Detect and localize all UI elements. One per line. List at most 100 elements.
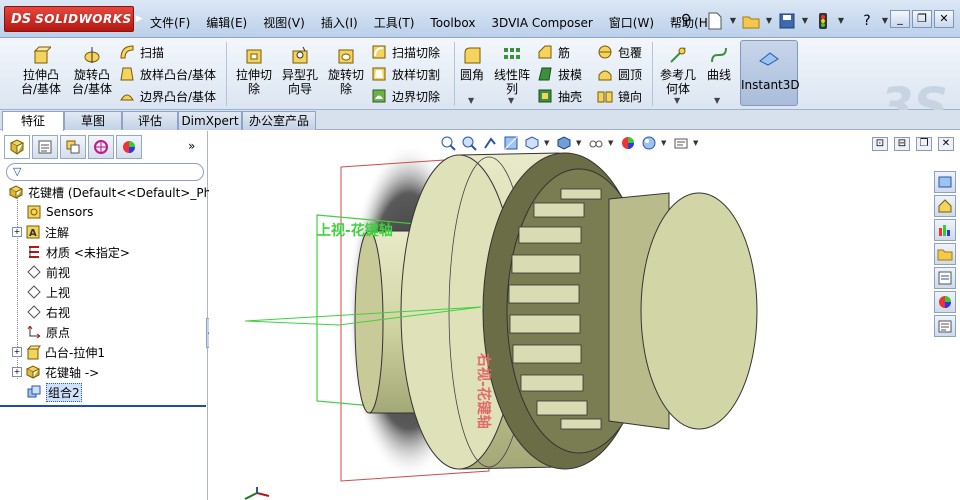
edit-appearance-icon[interactable] bbox=[619, 134, 637, 152]
tree-item-right-plane[interactable]: 右视 bbox=[26, 303, 70, 321]
tree-item-material[interactable]: 材质 <未指定> bbox=[26, 243, 130, 261]
rib-button[interactable]: 筋 bbox=[536, 42, 570, 62]
dome-button[interactable]: 圆顶 bbox=[596, 64, 642, 84]
property-manager-tab-icon[interactable] bbox=[32, 135, 58, 159]
menu-window[interactable]: 窗口(W) bbox=[601, 14, 662, 32]
configuration-manager-tab-icon[interactable] bbox=[60, 135, 86, 159]
view-orientation-dropdown-icon[interactable]: ▼ bbox=[544, 139, 552, 147]
sweep-button[interactable]: 扫描 bbox=[118, 42, 164, 62]
pin-icon[interactable]: ⚲ bbox=[676, 12, 696, 32]
save-icon[interactable] bbox=[776, 10, 798, 32]
save-dropdown-icon[interactable]: ▼ bbox=[800, 10, 810, 32]
viewport-restore-icon[interactable]: ❐ bbox=[916, 137, 932, 151]
mirror-button[interactable]: 镜向 bbox=[596, 86, 642, 106]
shell-button[interactable]: 抽壳 bbox=[536, 86, 582, 106]
zoom-to-fit-icon[interactable] bbox=[439, 134, 457, 152]
reference-geometry-button[interactable]: 参考几何体 bbox=[658, 44, 698, 96]
toolbox-icon[interactable] bbox=[934, 315, 956, 337]
help-dropdown-icon[interactable]: ▼ bbox=[880, 10, 890, 32]
close-button[interactable]: ✕ bbox=[934, 10, 954, 28]
fillet-dropdown-icon[interactable]: ▼ bbox=[468, 96, 474, 105]
tree-item-spline-shaft[interactable]: + 花键轴 -> bbox=[12, 363, 99, 381]
open-folder-icon[interactable] bbox=[740, 10, 762, 32]
lofted-cut-button[interactable]: 放样切割 bbox=[370, 64, 440, 84]
curves-dropdown-icon[interactable]: ▼ bbox=[714, 96, 720, 105]
tree-item-combine2[interactable]: 组合2 bbox=[26, 382, 82, 402]
expand-toggle[interactable]: + bbox=[12, 227, 22, 237]
boundary-boss-button[interactable]: 边界凸台/基体 bbox=[118, 86, 216, 106]
custom-properties-icon[interactable] bbox=[934, 291, 956, 313]
view-settings-icon[interactable] bbox=[672, 134, 690, 152]
traffic-light-icon[interactable] bbox=[812, 10, 834, 32]
tab-sketch[interactable]: 草图 bbox=[64, 111, 122, 130]
minimize-button[interactable]: _ bbox=[890, 10, 910, 28]
menu-toolbox[interactable]: Toolbox bbox=[422, 14, 483, 32]
design-library-icon[interactable] bbox=[934, 195, 956, 217]
tab-office-products[interactable]: 办公室产品 bbox=[242, 111, 316, 130]
feature-manager-tab-icon[interactable] bbox=[4, 135, 30, 159]
previous-view-icon[interactable] bbox=[481, 134, 499, 152]
menu-insert[interactable]: 插入(I) bbox=[313, 14, 366, 32]
menu-tools[interactable]: 工具(T) bbox=[366, 14, 423, 32]
tab-dimxpert[interactable]: DimXpert bbox=[178, 111, 242, 130]
extrude-boss-button[interactable]: 拉伸凸台/基体 bbox=[18, 44, 64, 96]
zoom-to-area-icon[interactable] bbox=[460, 134, 478, 152]
viewport-split-icon[interactable]: ⊟ bbox=[894, 137, 910, 151]
hide-show-dropdown-icon[interactable]: ▼ bbox=[608, 139, 616, 147]
menu-edit[interactable]: 编辑(E) bbox=[198, 14, 255, 32]
display-style-icon[interactable] bbox=[555, 134, 573, 152]
new-document-icon[interactable] bbox=[704, 10, 726, 32]
tab-evaluate[interactable]: 评估 bbox=[122, 111, 178, 130]
restore-button[interactable]: ❐ bbox=[912, 10, 932, 28]
pattern-dropdown-icon[interactable]: ▼ bbox=[508, 96, 514, 105]
swept-cut-button[interactable]: 扫描切除 bbox=[370, 42, 440, 62]
solidworks-logo[interactable]: DS SOLIDWORKS ▶ bbox=[4, 6, 143, 32]
view-palette-icon[interactable] bbox=[934, 243, 956, 265]
hole-wizard-button[interactable]: 异型孔向导 bbox=[278, 44, 322, 96]
draft-button[interactable]: 拔模 bbox=[536, 64, 582, 84]
section-view-icon[interactable] bbox=[502, 134, 520, 152]
curves-button[interactable]: 曲线 bbox=[704, 44, 734, 82]
wrap-button[interactable]: 包覆 bbox=[596, 42, 642, 62]
view-settings-dropdown-icon[interactable]: ▼ bbox=[693, 139, 701, 147]
viewport-single-icon[interactable]: ⊡ bbox=[872, 137, 888, 151]
tree-item-top-plane[interactable]: 上视 bbox=[26, 283, 70, 301]
open-dropdown-icon[interactable]: ▼ bbox=[764, 10, 774, 32]
ref-geometry-dropdown-icon[interactable]: ▼ bbox=[674, 96, 680, 105]
resources-icon[interactable] bbox=[934, 171, 956, 193]
new-dropdown-icon[interactable]: ▼ bbox=[728, 10, 738, 32]
expand-toggle[interactable]: + bbox=[12, 367, 22, 377]
extrude-cut-button[interactable]: 拉伸切除 bbox=[234, 44, 274, 96]
graphics-area[interactable]: 上视-花键轴 右视-花键轴 ▼ ▼ ▼ ▼ ▼ ⊡ ⊟ ❐ ✕ bbox=[209, 131, 960, 500]
help-icon[interactable]: ? bbox=[856, 10, 878, 32]
menu-3dvia-composer[interactable]: 3DVIA Composer bbox=[483, 14, 600, 32]
display-manager-tab-icon[interactable] bbox=[116, 135, 142, 159]
revolve-boss-button[interactable]: 旋转凸台/基体 bbox=[70, 44, 114, 96]
panel-expand-button[interactable]: » bbox=[188, 139, 195, 153]
boundary-cut-button[interactable]: 边界切除 bbox=[370, 86, 440, 106]
appearances-icon[interactable] bbox=[934, 267, 956, 289]
hide-show-items-icon[interactable] bbox=[587, 134, 605, 152]
apply-scene-icon[interactable] bbox=[640, 134, 658, 152]
scene-dropdown-icon[interactable]: ▼ bbox=[661, 139, 669, 147]
instant3d-button[interactable]: Instant3D bbox=[740, 40, 800, 106]
tree-item-origin[interactable]: 原点 bbox=[26, 323, 70, 341]
display-style-dropdown-icon[interactable]: ▼ bbox=[576, 139, 584, 147]
linear-pattern-button[interactable]: 线性阵列 bbox=[492, 44, 532, 96]
tab-features[interactable]: 特征 bbox=[2, 111, 64, 131]
tree-item-sensors[interactable]: Sensors bbox=[26, 203, 93, 221]
filter-input[interactable]: ▽ bbox=[6, 163, 204, 181]
tree-item-front-plane[interactable]: 前视 bbox=[26, 263, 70, 281]
viewport-close-icon[interactable]: ✕ bbox=[938, 137, 954, 151]
tree-root-part[interactable]: 花键槽 (Default<<Default>_Ph bbox=[8, 183, 211, 201]
dimxpert-manager-tab-icon[interactable] bbox=[88, 135, 114, 159]
tree-item-boss-extrude1[interactable]: + 凸台-拉伸1 bbox=[12, 343, 105, 361]
menu-view[interactable]: 视图(V) bbox=[255, 14, 313, 32]
view-orientation-icon[interactable] bbox=[523, 134, 541, 152]
revolve-cut-button[interactable]: 旋转切除 bbox=[326, 44, 366, 96]
fillet-button[interactable]: 圆角 bbox=[458, 44, 486, 82]
rebuild-dropdown-icon[interactable]: ▼ bbox=[836, 10, 846, 32]
loft-button[interactable]: 放样凸台/基体 bbox=[118, 64, 216, 84]
expand-toggle[interactable]: + bbox=[12, 347, 22, 357]
tree-item-annotations[interactable]: + A 注解 bbox=[12, 223, 69, 241]
